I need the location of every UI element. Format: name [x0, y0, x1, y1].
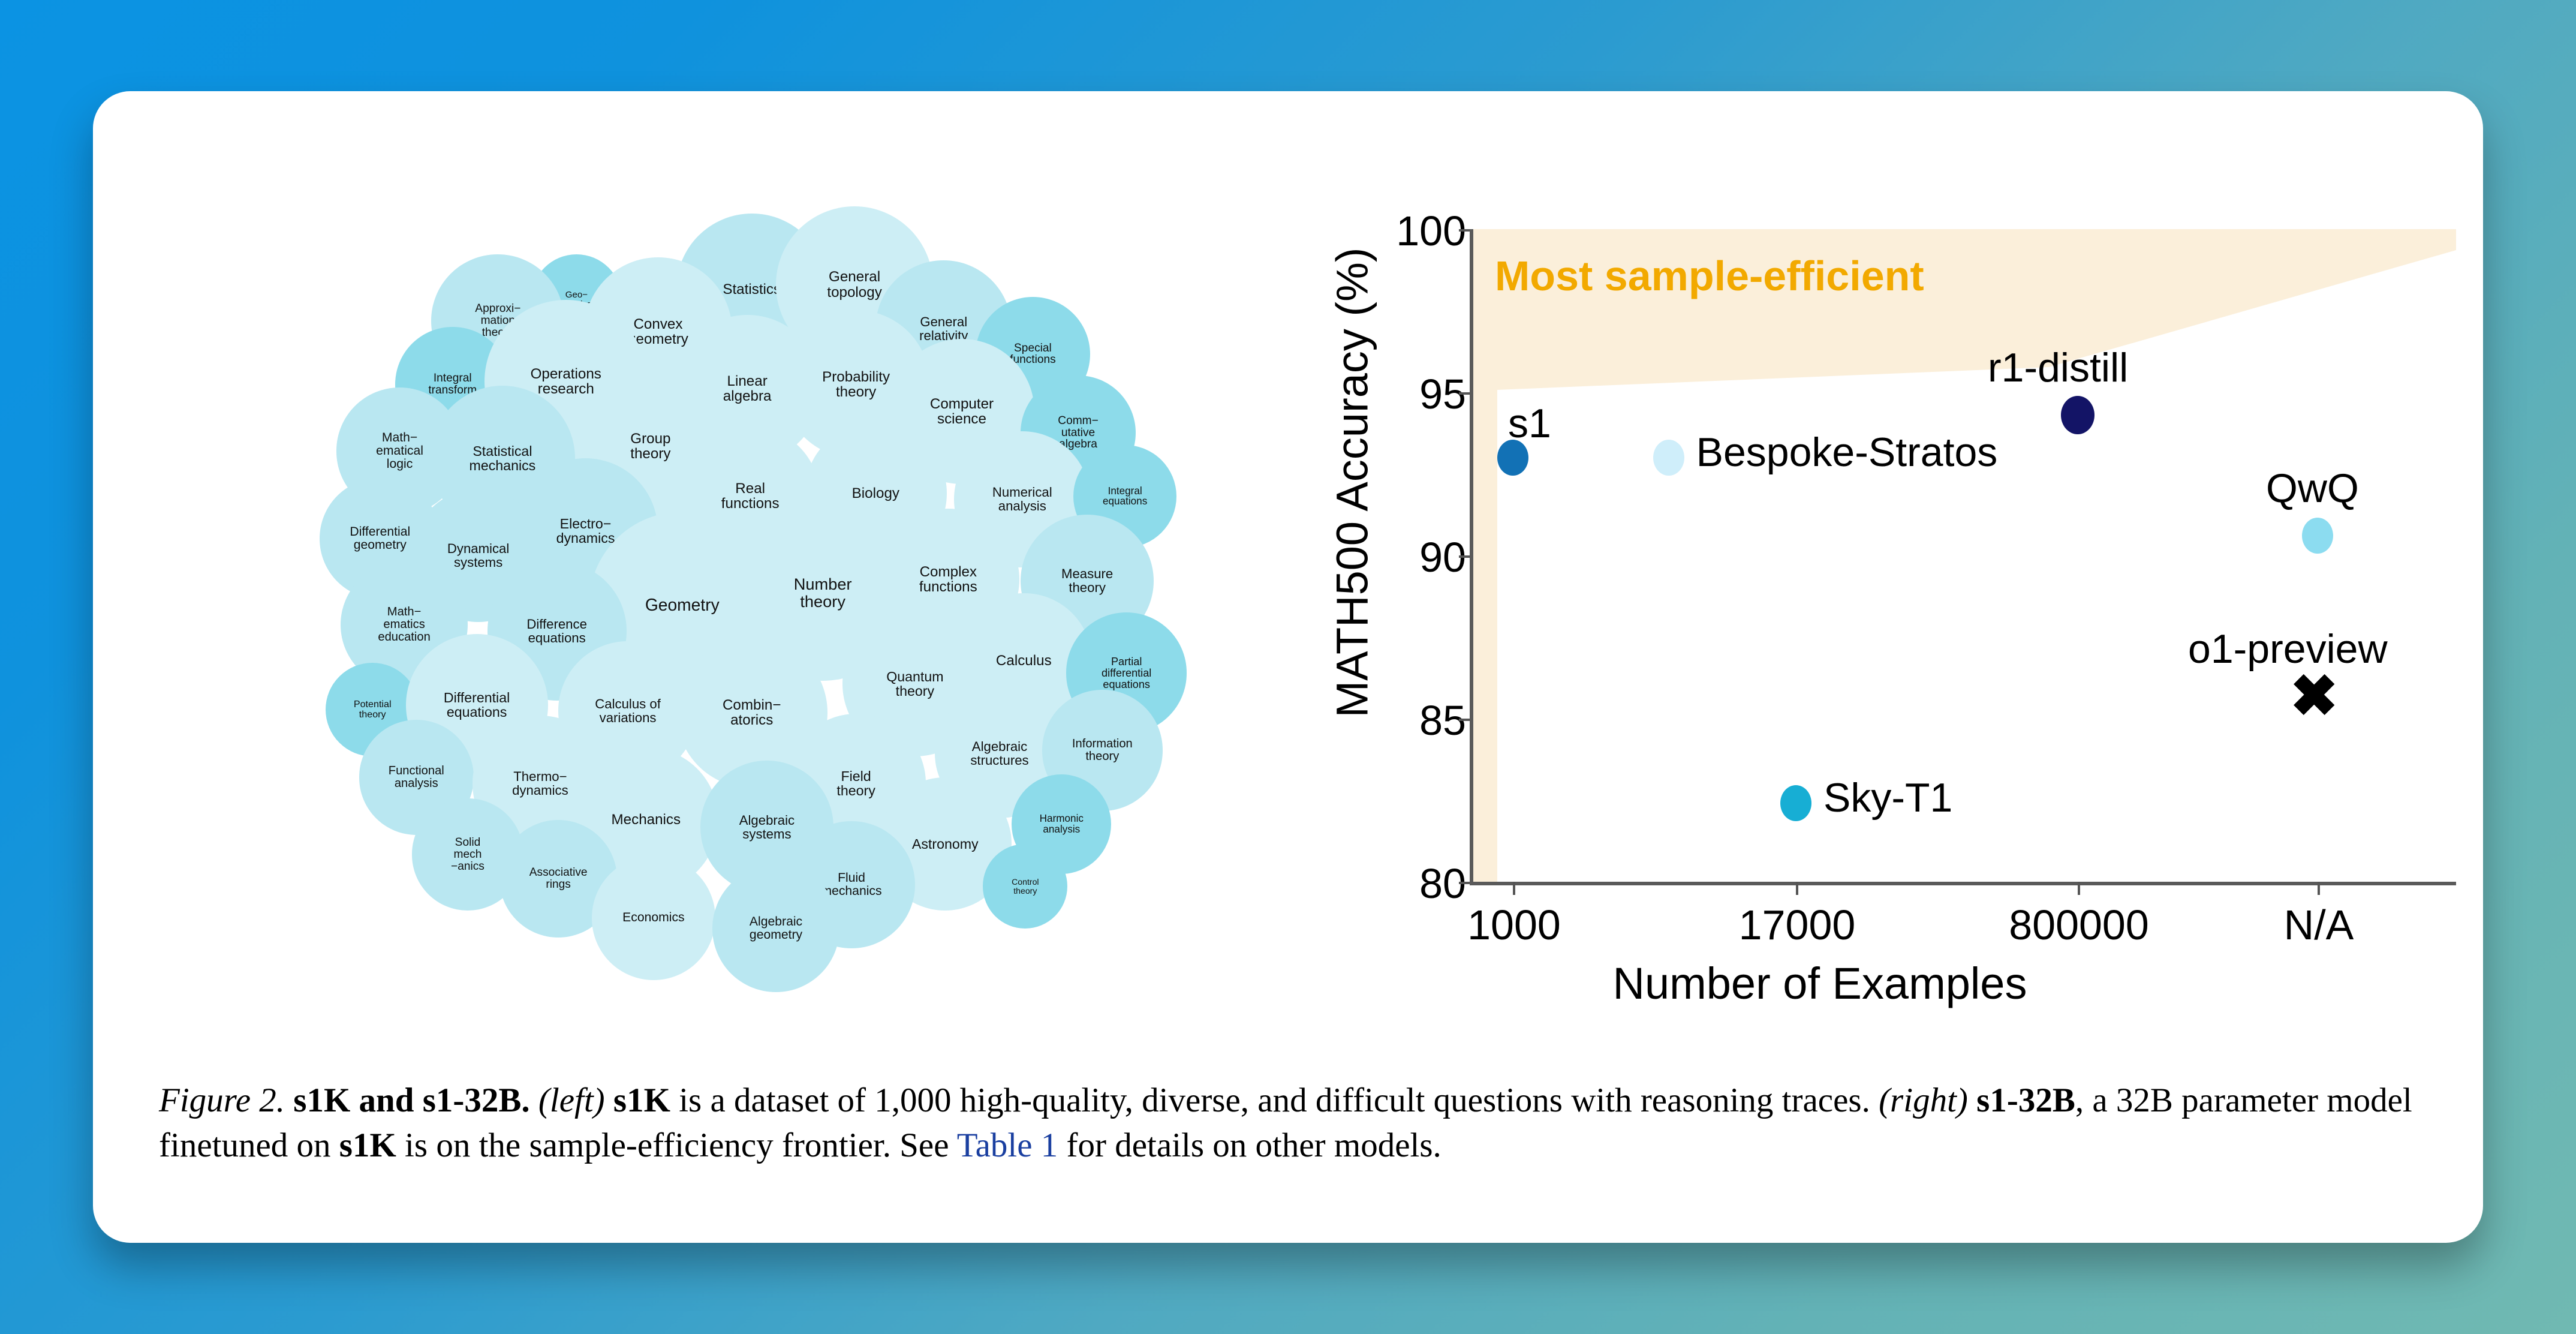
- domain-bubble-label: Astronomy: [911, 836, 979, 852]
- x-tick-na: N/A: [2283, 902, 2354, 948]
- domain-bubble-label: Harmonic analysis: [1039, 812, 1084, 836]
- domain-bubble-label: Economics: [622, 911, 685, 925]
- domain-bubble[interactable]: Economics: [591, 856, 716, 980]
- caption-left-text: is a dataset of 1,000 high-quality, dive…: [670, 1081, 1879, 1119]
- domain-bubble-label: Fluid mechanics: [821, 870, 882, 898]
- y-tickmark-80: [1459, 882, 1471, 884]
- y-tickmark-90: [1459, 555, 1471, 558]
- domain-bubble[interactable]: Algebraic geometry: [712, 865, 839, 992]
- x-tick-1000: 1000: [1467, 902, 1561, 948]
- domain-bubble[interactable]: Control theory: [983, 843, 1068, 929]
- y-tick-100: 100: [1396, 208, 1466, 254]
- figure-card: Geo− physicsApproxi− mation theoryStatis…: [93, 91, 2483, 1243]
- domain-bubble-label: Associative rings: [529, 866, 588, 891]
- domain-bubble-label: Special functions: [1010, 341, 1056, 366]
- s1k-domain-bubble-chart: Geo− physicsApproxi− mation theoryStatis…: [93, 91, 1292, 1051]
- domain-bubble-label: Calculus: [995, 653, 1052, 669]
- domain-bubble-label: Measure theory: [1061, 566, 1114, 596]
- x-tickmark-1000: [1513, 882, 1515, 895]
- domain-bubble-label: Probability theory: [822, 368, 890, 400]
- domain-bubble-label: Operations research: [530, 365, 601, 397]
- domain-bubble-label: Biology: [851, 485, 900, 501]
- domain-bubble-label: Functional analysis: [388, 764, 444, 791]
- plot-area: Most sample-efficient ✖ s1 Bespoke-Strat…: [1473, 229, 2456, 882]
- domain-bubble-label: Electro− dynamics: [556, 516, 615, 546]
- caption-left-tag: (left): [538, 1081, 605, 1119]
- domain-bubble-label: Geometry: [645, 595, 720, 615]
- y-axis-label: MATH500 Accuracy (%): [1327, 247, 1377, 718]
- domain-bubble-label: Math− ematics education: [378, 605, 431, 644]
- data-point-qwq[interactable]: [2302, 518, 2333, 554]
- domain-bubble-label: Algebraic systems: [739, 813, 795, 842]
- domain-bubble-label: Thermo− dynamics: [512, 769, 568, 798]
- domain-bubble-label: Mechanics: [611, 812, 681, 828]
- y-tick-80: 80: [1419, 860, 1466, 907]
- domain-bubble-label: Linear algebra: [723, 373, 772, 405]
- domain-bubble-label: Calculus of variations: [595, 696, 661, 726]
- data-point-sky-t1[interactable]: [1780, 785, 1811, 822]
- data-point-o1-preview[interactable]: ✖: [2290, 667, 2338, 725]
- y-tick-85: 85: [1419, 697, 1466, 744]
- y-tick-95: 95: [1419, 371, 1466, 417]
- domain-bubble-label: Numerical analysis: [992, 485, 1052, 514]
- domain-bubble-label: Complex functions: [919, 563, 977, 595]
- domain-bubble-label: Number theory: [793, 575, 852, 611]
- x-tickmark-800000: [2078, 882, 2080, 895]
- domain-bubble-label: Partial differential equations: [1102, 655, 1152, 690]
- y-tickmark-100: [1459, 229, 1471, 232]
- domain-bubble-label: Dynamical systems: [447, 540, 510, 570]
- data-label-o1-preview: o1-preview: [2188, 626, 2388, 672]
- data-label-s1: s1: [1508, 400, 1551, 446]
- x-tick-800000: 800000: [2009, 902, 2149, 948]
- most-sample-efficient-annotation: Most sample-efficient: [1495, 253, 1924, 299]
- domain-bubble-label: Integral equations: [1103, 484, 1148, 507]
- caption-title: s1K and s1-32B.: [293, 1081, 530, 1119]
- domain-bubble-label: Group theory: [630, 431, 671, 462]
- caption-right-text-2: is on the sample-efficiency frontier. Se…: [396, 1126, 957, 1165]
- sample-efficiency-scatter-plot: MATH500 Accuracy (%) 100 95 90 85 80 Mos…: [1298, 121, 2473, 1057]
- domain-bubble-label: Potential theory: [353, 698, 392, 720]
- caption-table-1-link[interactable]: Table 1: [957, 1126, 1058, 1164]
- x-tickmark-na: [2318, 882, 2320, 895]
- caption-right-tag: (right): [1879, 1081, 1968, 1119]
- domain-bubble-label: Difference equations: [526, 616, 587, 645]
- figure-caption: Figure 2. s1K and s1-32B. (left) s1K is …: [159, 1078, 2431, 1168]
- caption-figure-number: Figure 2.: [159, 1081, 285, 1119]
- y-tickmark-95: [1459, 392, 1471, 395]
- domain-bubble-label: Information theory: [1072, 737, 1133, 763]
- domain-bubble-label: General topology: [827, 269, 882, 301]
- caption-right-bold: s1-32B: [1976, 1081, 2075, 1119]
- domain-bubble-label: Field theory: [836, 768, 875, 799]
- sample-efficiency-frontier-region: [1473, 229, 2456, 882]
- data-label-qwq: QwQ: [2266, 465, 2359, 512]
- domain-bubble-label: Differential geometry: [350, 524, 411, 552]
- data-label-r1-distill: r1-distill: [1988, 345, 2129, 391]
- domain-bubble-label: Quantum theory: [886, 668, 944, 699]
- data-label-sky-t1: Sky-T1: [1823, 775, 1953, 821]
- data-point-r1-distill[interactable]: [2061, 396, 2094, 435]
- domain-bubble-label: Algebraic geometry: [749, 915, 803, 942]
- domain-bubble-label: Computer science: [929, 396, 994, 428]
- caption-right-text-3: for details on other models.: [1058, 1126, 1442, 1165]
- domain-bubble-label: Solid mech −anics: [451, 836, 484, 873]
- y-tick-90: 90: [1419, 534, 1466, 581]
- domain-bubble-label: General relativity: [919, 314, 968, 343]
- domain-bubble-label: Statistics: [723, 281, 781, 298]
- caption-left-bold: s1K: [613, 1081, 670, 1119]
- x-axis-label: Number of Examples: [1612, 959, 2027, 1008]
- domain-bubble-label: Control theory: [1012, 876, 1039, 896]
- domain-bubble-label: Statistical mechanics: [469, 443, 536, 474]
- x-axis-line: [1470, 882, 2456, 885]
- x-tick-17000: 17000: [1738, 902, 1856, 948]
- domain-bubble-label: Combin− atorics: [722, 696, 781, 728]
- data-point-bespoke-stratos[interactable]: [1653, 439, 1684, 476]
- data-label-bespoke-stratos: Bespoke-Stratos: [1696, 429, 1998, 475]
- domain-bubble-label: Differential equations: [443, 690, 510, 720]
- y-tickmark-85: [1459, 719, 1471, 721]
- x-tickmark-17000: [1796, 882, 1798, 895]
- caption-right-bold-2: s1K: [339, 1126, 396, 1165]
- domain-bubble-label: Math− ematical logic: [376, 430, 423, 471]
- domain-bubble-label: Real functions: [721, 480, 780, 512]
- domain-bubble-label: Algebraic structures: [970, 738, 1029, 768]
